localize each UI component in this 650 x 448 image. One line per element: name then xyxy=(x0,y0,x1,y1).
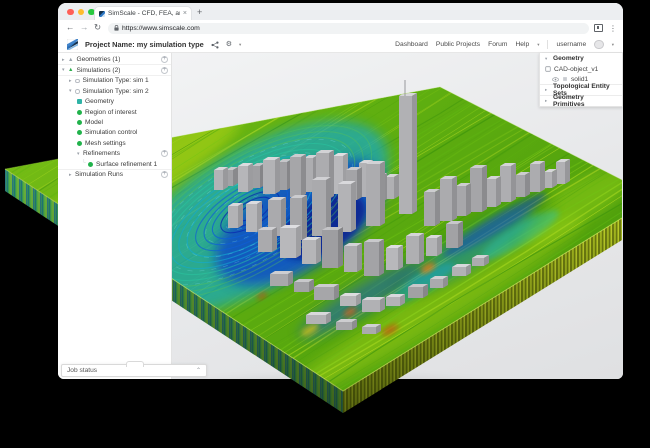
top-navigation: Dashboard Public Projects Forum Help ▾ u… xyxy=(395,40,614,50)
address-bar-actions: ⋮ xyxy=(594,22,617,34)
tree-label: Region of interest xyxy=(85,109,137,116)
nav-forum[interactable]: Forum xyxy=(488,41,507,48)
browser-tab-strip: SimScale - CFD, FEA, and The… × + xyxy=(58,3,623,20)
tree-label: Simulations (2) xyxy=(76,67,120,74)
sidebar-item-mesh-settings[interactable]: Mesh settings xyxy=(58,138,171,148)
tab-close-icon[interactable]: × xyxy=(183,10,187,17)
sidebar-item-simulation-control[interactable]: Simulation control xyxy=(58,128,171,138)
chevron-up-icon[interactable]: ⌃ xyxy=(196,367,201,374)
project-title: Project Name: my simulation type xyxy=(85,40,204,49)
sidebar-item-sim1[interactable]: ▸ Simulation Type: sim 1 xyxy=(58,76,171,86)
panel-section-primitives[interactable]: ▸ Geometry Primitives xyxy=(540,95,622,106)
status-complete-icon xyxy=(77,130,82,135)
tree-label: Simulation Runs xyxy=(75,171,123,178)
slab-drop-shadow xyxy=(165,391,515,425)
help-caret-icon: ▾ xyxy=(537,42,539,48)
app-toolbar: Project Name: my simulation type ⚙ ▾ Das… xyxy=(58,37,623,53)
geometry-cube-icon xyxy=(77,99,82,104)
panel-item-label: CAD-object_v1 xyxy=(554,66,598,73)
panel-item-label: solid1 xyxy=(571,76,588,83)
eye-icon[interactable] xyxy=(552,77,559,82)
tree-label: Simulation control xyxy=(85,129,137,136)
status-complete-icon xyxy=(88,162,93,167)
nav-help[interactable]: Help xyxy=(515,41,529,48)
cad-cube-icon xyxy=(545,66,551,72)
status-complete-icon xyxy=(77,141,82,146)
sidebar-item-region-of-interest[interactable]: Region of interest xyxy=(58,107,171,117)
tree-label: Geometry xyxy=(85,98,114,105)
forward-icon[interactable]: → xyxy=(80,22,89,32)
nav-divider xyxy=(547,40,548,49)
panel-section-label: Geometry Primitives xyxy=(553,94,617,108)
add-geometry-button[interactable]: + xyxy=(161,56,168,63)
username-label[interactable]: username xyxy=(556,41,586,48)
app-content: ▸ ▲ Geometries (1) + ▾ ▲ Simulations (2)… xyxy=(58,53,623,379)
status-complete-icon xyxy=(77,120,82,125)
job-status-bar[interactable]: Job status ⌃ xyxy=(61,364,207,377)
url-text: https://www.simscale.com xyxy=(122,25,200,32)
reload-icon[interactable]: ↻ xyxy=(94,22,101,33)
minimize-window-icon[interactable] xyxy=(78,9,85,16)
sidebar-item-simulation-runs[interactable]: ▸ Simulation Runs + xyxy=(58,169,171,179)
status-empty-icon xyxy=(75,89,80,94)
geometries-icon: ▲ xyxy=(68,57,73,63)
settings-caret-icon[interactable]: ▾ xyxy=(239,42,241,48)
tree-label: Simulation Type: sim 1 xyxy=(83,77,149,84)
add-refinement-button[interactable]: + xyxy=(161,150,168,157)
add-simulation-button[interactable]: + xyxy=(161,67,168,74)
status-empty-icon xyxy=(75,79,80,84)
close-window-icon[interactable] xyxy=(67,9,74,16)
panel-item-cad-object[interactable]: CAD-object_v1 xyxy=(540,64,622,74)
lock-icon xyxy=(114,25,119,31)
solid-cube-icon xyxy=(562,76,568,82)
job-status-label: Job status xyxy=(67,367,97,374)
sidebar-item-surface-refinement[interactable]: └ Surface refinement 1 xyxy=(58,159,171,169)
browser-tab[interactable]: SimScale - CFD, FEA, and The… × xyxy=(94,6,192,20)
sidebar-item-geometry[interactable]: Geometry xyxy=(58,97,171,107)
account-caret-icon[interactable]: ▾ xyxy=(612,42,614,48)
chevron-right-icon[interactable]: ▸ xyxy=(545,87,550,93)
nav-public-projects[interactable]: Public Projects xyxy=(436,41,480,48)
simulations-icon: ▲ xyxy=(68,67,73,73)
share-icon[interactable] xyxy=(211,41,219,49)
add-run-button[interactable]: + xyxy=(161,171,168,178)
browser-window: SimScale - CFD, FEA, and The… × + ← → ↻ … xyxy=(58,3,623,379)
new-tab-button[interactable]: + xyxy=(197,6,202,19)
panel-section-label: Geometry xyxy=(553,55,584,62)
simscale-favicon-icon xyxy=(99,11,105,17)
tree-label: Geometries (1) xyxy=(76,56,120,63)
composite-background: SimScale - CFD, FEA, and The… × + ← → ↻ … xyxy=(0,0,650,448)
tree-label: Refinements xyxy=(83,150,120,157)
sidebar-item-simulations[interactable]: ▾ ▲ Simulations (2) + xyxy=(58,65,171,75)
nav-dashboard[interactable]: Dashboard xyxy=(395,41,428,48)
status-complete-icon xyxy=(77,110,82,115)
tree-label: Simulation Type: sim 2 xyxy=(83,88,149,95)
install-app-icon[interactable] xyxy=(594,24,603,32)
chevron-right-icon[interactable]: ▸ xyxy=(545,98,550,104)
back-icon[interactable]: ← xyxy=(66,22,75,32)
simscale-logo-icon xyxy=(67,39,78,50)
browser-menu-icon[interactable]: ⋮ xyxy=(609,24,617,33)
tree-label: Surface refinement 1 xyxy=(96,161,157,168)
geometry-panel: ▾ Geometry CAD-object_v1 xyxy=(539,53,623,107)
sidebar-item-sim2[interactable]: ▾ Simulation Type: sim 2 xyxy=(58,86,171,96)
settings-gear-icon[interactable]: ⚙ xyxy=(226,40,232,50)
url-field[interactable]: https://www.simscale.com xyxy=(108,23,589,35)
browser-address-bar: ← → ↻ https://www.simscale.com ⋮ xyxy=(58,20,623,38)
tree-label: Model xyxy=(85,119,103,126)
panel-section-geometry[interactable]: ▾ Geometry xyxy=(540,53,622,64)
avatar[interactable] xyxy=(594,40,604,50)
simulation-tree-sidebar: ▸ ▲ Geometries (1) + ▾ ▲ Simulations (2)… xyxy=(58,53,172,379)
tree-label: Mesh settings xyxy=(85,140,126,147)
job-status-handle[interactable] xyxy=(126,361,144,367)
chevron-down-icon[interactable]: ▾ xyxy=(545,56,550,62)
sidebar-item-refinements[interactable]: ▾ Refinements + xyxy=(58,149,171,159)
sidebar-item-geometries[interactable]: ▸ ▲ Geometries (1) + xyxy=(58,55,171,65)
sidebar-item-model[interactable]: Model xyxy=(58,117,171,127)
tab-title: SimScale - CFD, FEA, and The… xyxy=(108,10,180,17)
window-controls xyxy=(67,9,95,16)
